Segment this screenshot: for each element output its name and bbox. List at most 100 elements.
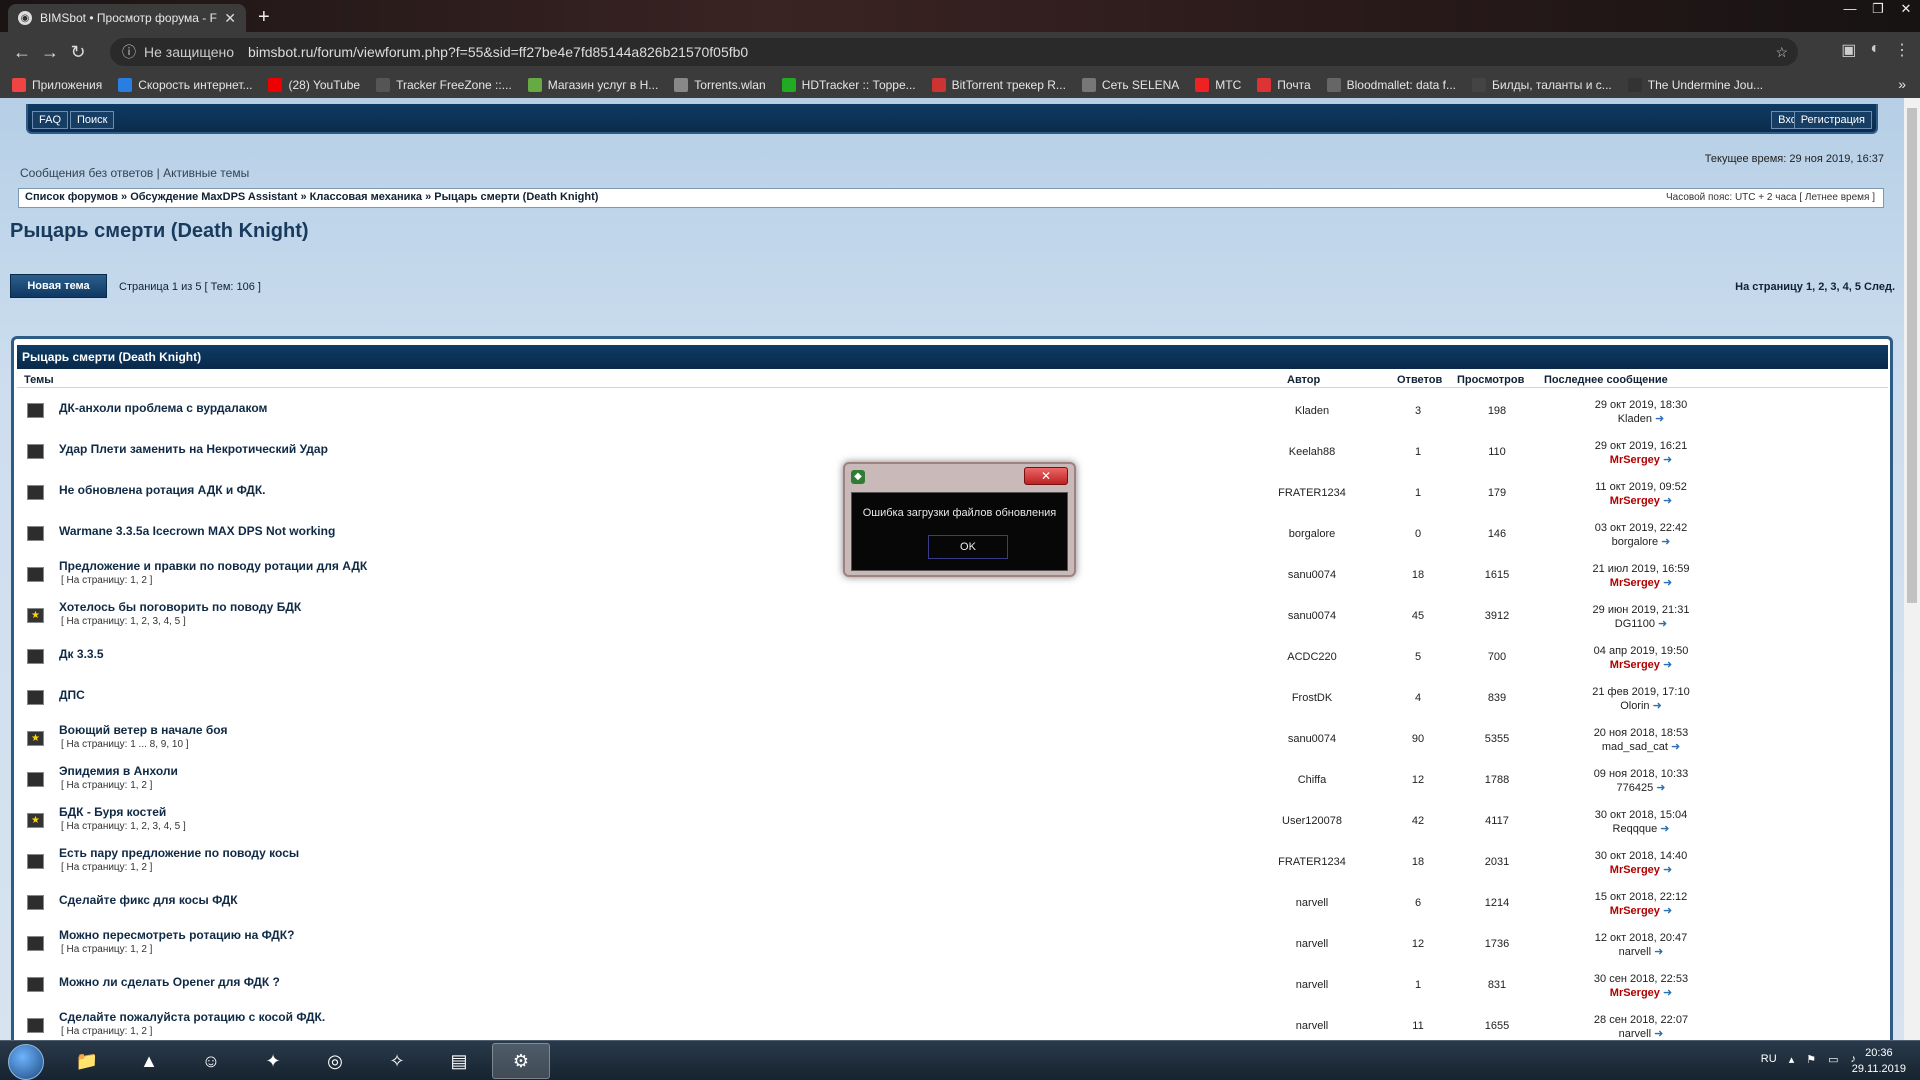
- page-title[interactable]: Рыцарь смерти (Death Knight): [10, 220, 309, 243]
- topic-title-link[interactable]: ДК-анхоли проблема с вурдалаком: [59, 401, 267, 415]
- scrollbar-thumb[interactable]: [1907, 108, 1917, 603]
- topic-title-link[interactable]: Можно ли сделать Opener для ФДК ?: [59, 975, 280, 989]
- topic-pages[interactable]: [ На страницу: 1, 2, 3, 4, 5 ]: [61, 616, 186, 627]
- goto-last-post-icon[interactable]: ➜: [1663, 454, 1672, 466]
- goto-last-post-icon[interactable]: ➜: [1671, 741, 1680, 753]
- topic-author[interactable]: Chiffa: [1247, 774, 1377, 786]
- register-link[interactable]: Регистрация: [1793, 111, 1872, 129]
- last-post-user[interactable]: narvell: [1619, 1028, 1651, 1040]
- topic-pages[interactable]: [ На страницу: 1, 2 ]: [61, 862, 152, 873]
- goto-last-post-icon[interactable]: ➜: [1663, 987, 1672, 999]
- topic-title-link[interactable]: ДПС: [59, 688, 85, 702]
- profile-icon[interactable]: ◐: [1870, 40, 1880, 60]
- goto-last-post-icon[interactable]: ➜: [1653, 700, 1662, 712]
- last-post-user[interactable]: narvell: [1619, 946, 1651, 958]
- bookmark-item[interactable]: (28) YouTube: [268, 78, 360, 92]
- topic-title-link[interactable]: Есть пару предложение по поводу косы: [59, 846, 299, 860]
- search-link[interactable]: Поиск: [70, 111, 115, 129]
- topic-author[interactable]: FrostDK: [1247, 692, 1377, 704]
- last-post-user[interactable]: DG1100: [1615, 618, 1655, 630]
- flag-icon[interactable]: ⚑: [1806, 1053, 1816, 1066]
- bookmark-item[interactable]: Сеть SELENA: [1081, 78, 1179, 92]
- goto-last-post-icon[interactable]: ➜: [1654, 1028, 1663, 1040]
- goto-last-post-icon[interactable]: ➜: [1663, 577, 1672, 589]
- tray-arrow-icon[interactable]: ▴: [1789, 1053, 1795, 1066]
- topic-author[interactable]: ACDC220: [1247, 651, 1377, 663]
- goto-last-post-icon[interactable]: ➜: [1663, 864, 1672, 876]
- last-post-user[interactable]: mad_sad_cat: [1602, 741, 1668, 753]
- goto-last-post-icon[interactable]: ➜: [1663, 495, 1672, 507]
- topic-author[interactable]: FRATER1234: [1247, 487, 1377, 499]
- bookmark-item[interactable]: Tracker FreeZone ::...: [376, 78, 512, 92]
- topic-author[interactable]: narvell: [1247, 1020, 1377, 1032]
- bookmark-item[interactable]: HDTracker :: Торре...: [781, 78, 916, 92]
- start-button[interactable]: [8, 1044, 44, 1080]
- address-bar[interactable]: ⓘ Не защищено bimsbot.ru/forum/viewforum…: [110, 38, 1798, 66]
- bookmarks-overflow-icon[interactable]: »: [1898, 76, 1906, 92]
- topic-title-link[interactable]: Не обновлена ротация АДК и ФДК.: [59, 483, 265, 497]
- breadcrumb-links[interactable]: Список форумов » Обсуждение MaxDPS Assis…: [25, 191, 598, 203]
- pagination[interactable]: На страницу 1, 2, 3, 4, 5 След.: [1735, 281, 1895, 293]
- topic-pages[interactable]: [ На страницу: 1, 2 ]: [61, 944, 152, 955]
- last-post-user[interactable]: borgalore: [1612, 536, 1658, 548]
- topic-title-link[interactable]: Дк 3.3.5: [59, 647, 104, 661]
- goto-last-post-icon[interactable]: ➜: [1661, 536, 1670, 548]
- goto-last-post-icon[interactable]: ➜: [1663, 659, 1672, 671]
- info-icon[interactable]: ⓘ: [122, 42, 136, 62]
- faq-link[interactable]: FAQ: [32, 111, 69, 129]
- goto-last-post-icon[interactable]: ➜: [1658, 618, 1667, 630]
- goto-last-post-icon[interactable]: ➜: [1663, 905, 1672, 917]
- ok-button[interactable]: OK: [928, 535, 1008, 559]
- topic-title-link[interactable]: Сделайте пожалуйста ротацию с косой ФДК.: [59, 1010, 325, 1024]
- topic-title-link[interactable]: Эпидемия в Анхоли: [59, 764, 178, 778]
- goto-last-post-icon[interactable]: ➜: [1660, 823, 1669, 835]
- last-post-user[interactable]: MrSergey: [1610, 905, 1660, 917]
- topic-title-link[interactable]: Сделайте фикс для косы ФДК: [59, 893, 238, 907]
- topic-pages[interactable]: [ На страницу: 1, 2 ]: [61, 575, 152, 586]
- minimize-icon[interactable]: —: [1836, 0, 1864, 20]
- discord-icon[interactable]: ☺: [182, 1043, 240, 1079]
- language-indicator[interactable]: RU: [1761, 1053, 1777, 1066]
- goto-last-post-icon[interactable]: ➜: [1655, 413, 1664, 425]
- back-icon[interactable]: ←: [8, 42, 36, 63]
- topic-author[interactable]: Keelah88: [1247, 446, 1377, 458]
- last-post-user[interactable]: Kladen: [1618, 413, 1652, 425]
- extension-icon[interactable]: ▣: [1841, 40, 1856, 60]
- dialog-close-button[interactable]: ✕: [1024, 467, 1068, 485]
- page-scrollbar[interactable]: [1904, 98, 1920, 1040]
- new-tab-icon[interactable]: +: [258, 6, 270, 29]
- topic-author[interactable]: sanu0074: [1247, 569, 1377, 581]
- bookmark-item[interactable]: Приложения: [12, 78, 102, 92]
- topic-author[interactable]: sanu0074: [1247, 733, 1377, 745]
- topic-title-link[interactable]: Воющий ветер в начале боя: [59, 723, 227, 737]
- topic-author[interactable]: narvell: [1247, 938, 1377, 950]
- topic-pages[interactable]: [ На страницу: 1, 2 ]: [61, 1026, 152, 1037]
- close-tab-icon[interactable]: ✕: [224, 10, 236, 27]
- quick-links[interactable]: Сообщения без ответов | Активные темы: [20, 166, 249, 180]
- last-post-user[interactable]: Reqqque: [1613, 823, 1658, 835]
- topic-pages[interactable]: [ На страницу: 1, 2, 3, 4, 5 ]: [61, 821, 186, 832]
- restore-icon[interactable]: ❐: [1864, 0, 1892, 20]
- bookmark-item[interactable]: МТС: [1195, 78, 1241, 92]
- topic-author[interactable]: sanu0074: [1247, 610, 1377, 622]
- bookmark-item[interactable]: The Undermine Jou...: [1627, 78, 1763, 92]
- topic-author[interactable]: FRATER1234: [1247, 856, 1377, 868]
- bookmark-item[interactable]: Билды, таланты и с...: [1472, 78, 1612, 92]
- maxdps-icon[interactable]: ⚙: [492, 1043, 550, 1079]
- battlenet-app-icon[interactable]: ✧: [368, 1043, 426, 1079]
- last-post-user[interactable]: MrSergey: [1610, 495, 1660, 507]
- bookmark-item[interactable]: Почта: [1257, 78, 1311, 92]
- bookmark-item[interactable]: Магазин услуг в H...: [527, 78, 658, 92]
- explorer-icon[interactable]: 📁: [58, 1043, 116, 1079]
- last-post-user[interactable]: MrSergey: [1610, 454, 1660, 466]
- bookmark-item[interactable]: Torrents.wlan: [674, 78, 766, 92]
- bookmark-star-icon[interactable]: ☆: [1775, 44, 1788, 61]
- goto-last-post-icon[interactable]: ➜: [1656, 782, 1665, 794]
- close-window-icon[interactable]: ✕: [1892, 0, 1920, 20]
- topic-title-link[interactable]: Можно пересмотреть ротацию на ФДК?: [59, 928, 294, 942]
- last-post-user[interactable]: 776425: [1617, 782, 1654, 794]
- topic-author[interactable]: Kladen: [1247, 405, 1377, 417]
- last-post-user[interactable]: MrSergey: [1610, 577, 1660, 589]
- topic-pages[interactable]: [ На страницу: 1, 2 ]: [61, 780, 152, 791]
- url-text[interactable]: bimsbot.ru/forum/viewforum.php?f=55&sid=…: [248, 44, 748, 60]
